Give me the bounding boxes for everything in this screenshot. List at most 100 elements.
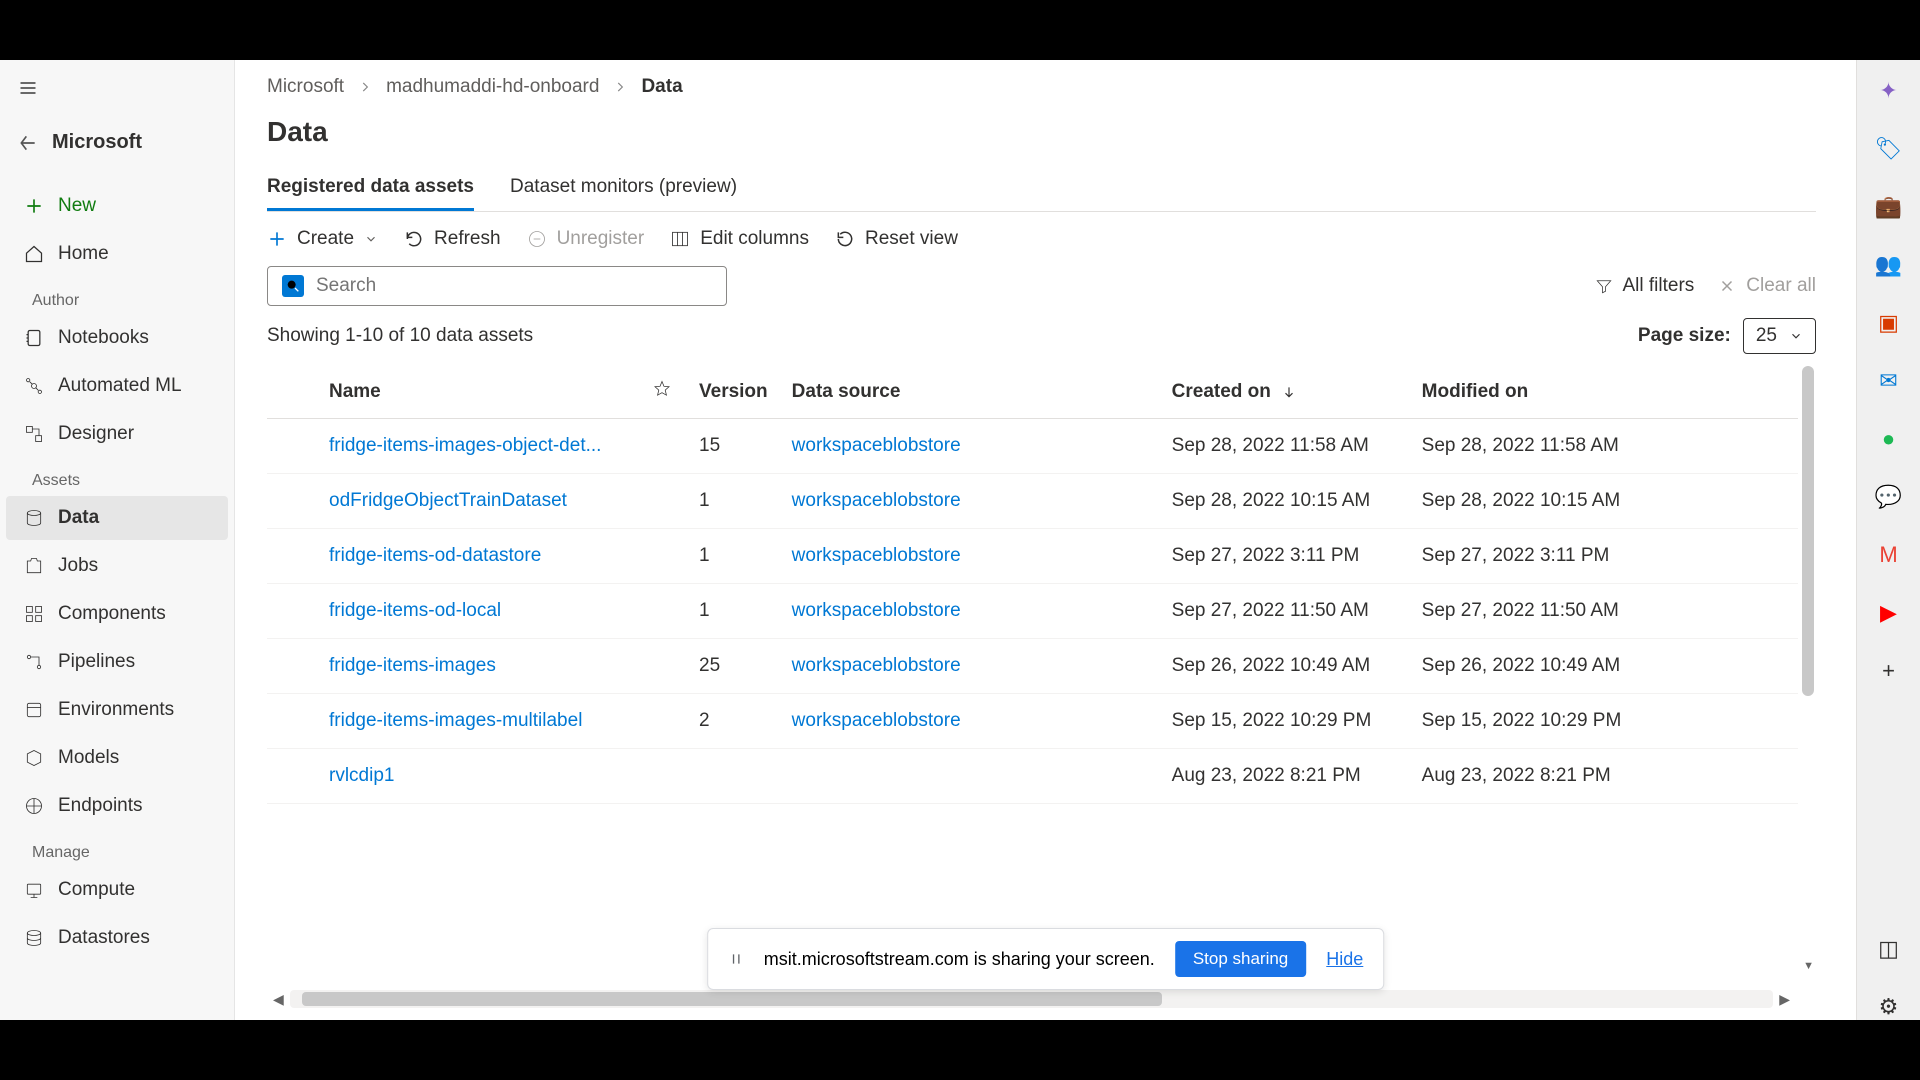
asset-created: Sep 26, 2022 10:49 AM — [1160, 639, 1410, 694]
all-filters-button[interactable]: All filters — [1595, 275, 1695, 297]
scroll-right-arrow[interactable]: ▶ — [1773, 991, 1796, 1008]
asset-source-link[interactable]: workspaceblobstore — [780, 694, 1160, 749]
asset-name-link[interactable]: fridge-items-od-datastore — [317, 529, 637, 584]
horizontal-scrollbar[interactable]: ◀ ▶ — [267, 990, 1796, 1008]
settings-icon[interactable]: ⚙ — [1876, 994, 1902, 1020]
asset-name-link[interactable]: rvlcdip1 — [317, 749, 637, 804]
office-icon[interactable]: ▣ — [1876, 310, 1902, 336]
col-version[interactable]: Version — [687, 366, 780, 419]
sidebar-item-pipelines[interactable]: Pipelines — [6, 640, 228, 684]
sidebar-item-home[interactable]: Home — [6, 232, 228, 276]
sidebar-item-notebooks[interactable]: Notebooks — [6, 316, 228, 360]
sidebar-item-compute[interactable]: Compute — [6, 868, 228, 912]
briefcase-icon[interactable]: 💼 — [1876, 194, 1902, 220]
asset-source-link[interactable]: workspaceblobstore — [780, 419, 1160, 474]
workspace-back[interactable]: Microsoft — [0, 121, 234, 164]
sidebar-item-components[interactable]: Components — [6, 592, 228, 636]
vertical-scrollbar[interactable] — [1802, 366, 1814, 696]
results-count: Showing 1-10 of 10 data assets — [267, 325, 533, 347]
edit-columns-button[interactable]: Edit columns — [670, 228, 809, 250]
col-data-source[interactable]: Data source — [780, 366, 1160, 419]
unregister-icon — [527, 229, 547, 249]
right-rail: ✦ 🏷 💼 👥 ▣ ✉ ● 💬 M ▶ + ◫ ⚙ — [1856, 60, 1920, 1020]
table-row[interactable]: rvlcdip1 Aug 23, 2022 8:21 PM Aug 23, 20… — [267, 749, 1798, 804]
tab-monitors[interactable]: Dataset monitors (preview) — [510, 166, 737, 211]
stop-sharing-button[interactable]: Stop sharing — [1175, 941, 1306, 977]
sidebar-item-environments[interactable]: Environments — [6, 688, 228, 732]
sidebar-item-jobs[interactable]: Jobs — [6, 544, 228, 588]
col-modified[interactable]: Modified on — [1410, 366, 1798, 419]
unregister-button: Unregister — [527, 228, 645, 250]
reset-icon — [835, 229, 855, 249]
clear-all-button: Clear all — [1718, 275, 1816, 297]
youtube-icon[interactable]: ▶ — [1876, 600, 1902, 626]
messenger-icon[interactable]: 💬 — [1876, 484, 1902, 510]
hide-link[interactable]: Hide — [1326, 949, 1363, 970]
asset-source-link[interactable]: workspaceblobstore — [780, 639, 1160, 694]
home-icon — [24, 244, 44, 264]
asset-name-link[interactable]: odFridgeObjectTrainDataset — [317, 474, 637, 529]
data-icon — [24, 508, 44, 528]
asset-created: Aug 23, 2022 8:21 PM — [1160, 749, 1410, 804]
datastores-icon — [24, 928, 44, 948]
spotify-icon[interactable]: ● — [1876, 426, 1902, 452]
search-icon — [282, 275, 304, 297]
col-created[interactable]: Created on — [1160, 366, 1410, 419]
breadcrumb-workspace[interactable]: madhumaddi-hd-onboard — [386, 76, 599, 98]
table-row[interactable]: odFridgeObjectTrainDataset 1 workspacebl… — [267, 474, 1798, 529]
table-row[interactable]: fridge-items-images-multilabel 2 workspa… — [267, 694, 1798, 749]
columns-icon — [670, 229, 690, 249]
asset-version: 1 — [687, 529, 780, 584]
sidebar-item-data[interactable]: Data — [6, 496, 228, 540]
col-favorite[interactable] — [637, 366, 687, 419]
col-name[interactable]: Name — [317, 366, 637, 419]
sidebar-item-models[interactable]: Models — [6, 736, 228, 780]
chevron-right-icon — [358, 80, 372, 94]
close-icon — [1718, 277, 1736, 295]
sidebar-item-automl[interactable]: Automated ML — [6, 364, 228, 408]
sidebar-item-datastores[interactable]: Datastores — [6, 916, 228, 960]
asset-source-link[interactable]: workspaceblobstore — [780, 584, 1160, 639]
table-row[interactable]: fridge-items-images-object-det... 15 wor… — [267, 419, 1798, 474]
asset-name-link[interactable]: fridge-items-od-local — [317, 584, 637, 639]
sidebar-item-new[interactable]: New — [6, 184, 228, 228]
section-author: Author — [0, 278, 234, 314]
scroll-left-arrow[interactable]: ◀ — [267, 991, 290, 1008]
table-row[interactable]: fridge-items-od-datastore 1 workspaceblo… — [267, 529, 1798, 584]
asset-modified: Sep 15, 2022 10:29 PM — [1410, 694, 1798, 749]
automl-icon — [24, 376, 44, 396]
panel-icon[interactable]: ◫ — [1876, 936, 1902, 962]
gmail-icon[interactable]: M — [1876, 542, 1902, 568]
add-icon[interactable]: + — [1876, 658, 1902, 684]
data-assets-table: Name Version Data source Created on Modi… — [267, 366, 1798, 804]
asset-modified: Sep 28, 2022 11:58 AM — [1410, 419, 1798, 474]
chevron-down-icon — [1789, 329, 1803, 343]
create-button[interactable]: Create — [267, 228, 378, 250]
table-row[interactable]: fridge-items-images 25 workspaceblobstor… — [267, 639, 1798, 694]
refresh-button[interactable]: Refresh — [404, 228, 501, 250]
asset-source-link[interactable] — [780, 749, 1160, 804]
asset-name-link[interactable]: fridge-items-images-multilabel — [317, 694, 637, 749]
asset-name-link[interactable]: fridge-items-images — [317, 639, 637, 694]
search-field[interactable] — [316, 275, 712, 297]
search-input[interactable] — [267, 266, 727, 306]
reset-view-button[interactable]: Reset view — [835, 228, 958, 250]
asset-source-link[interactable]: workspaceblobstore — [780, 474, 1160, 529]
hamburger-menu[interactable] — [0, 68, 234, 113]
page-size-select[interactable]: 25 — [1743, 318, 1816, 354]
outlook-icon[interactable]: ✉ — [1876, 368, 1902, 394]
copilot-icon[interactable]: ✦ — [1876, 78, 1902, 104]
breadcrumb-root[interactable]: Microsoft — [267, 76, 344, 98]
table-row[interactable]: fridge-items-od-local 1 workspaceblobsto… — [267, 584, 1798, 639]
asset-modified: Sep 28, 2022 10:15 AM — [1410, 474, 1798, 529]
asset-source-link[interactable]: workspaceblobstore — [780, 529, 1160, 584]
star-icon — [653, 380, 671, 398]
scroll-down-arrow[interactable]: ▼ — [1803, 960, 1814, 972]
asset-name-link[interactable]: fridge-items-images-object-det... — [317, 419, 637, 474]
sidebar-item-endpoints[interactable]: Endpoints — [6, 784, 228, 828]
asset-created: Sep 28, 2022 10:15 AM — [1160, 474, 1410, 529]
tag-icon[interactable]: 🏷 — [1876, 136, 1902, 162]
tab-registered[interactable]: Registered data assets — [267, 166, 474, 211]
people-icon[interactable]: 👥 — [1876, 252, 1902, 278]
sidebar-item-designer[interactable]: Designer — [6, 412, 228, 456]
